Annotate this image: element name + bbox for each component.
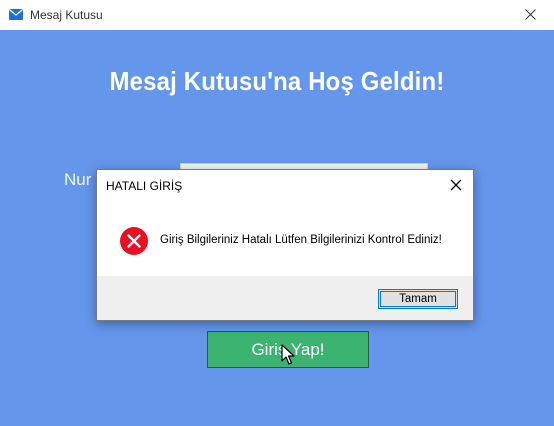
dialog-close-icon[interactable] (449, 178, 463, 192)
dialog-message: Giriş Bilgileriniz Hatalı Lütfen Bilgile… (160, 234, 442, 246)
welcome-heading: Mesaj Kutusu'na Hoş Geldin! (109, 66, 445, 96)
dialog-title: HATALI GİRİŞ (106, 179, 183, 193)
number-label: Nur (64, 170, 92, 189)
mouse-cursor-icon (281, 344, 295, 365)
error-dialog: HATALI GİRİŞ Giriş Bilgileriniz Hatalı L… (96, 169, 474, 321)
window-title: Mesaj Kutusu (30, 8, 103, 22)
error-icon (120, 227, 148, 255)
mail-icon (9, 9, 23, 20)
dialog-footer: Tamam (97, 276, 473, 320)
title-bar: Mesaj Kutusu (0, 0, 554, 30)
ok-button[interactable]: Tamam (378, 289, 458, 309)
close-icon (525, 9, 536, 20)
window-close-button[interactable] (508, 0, 554, 30)
